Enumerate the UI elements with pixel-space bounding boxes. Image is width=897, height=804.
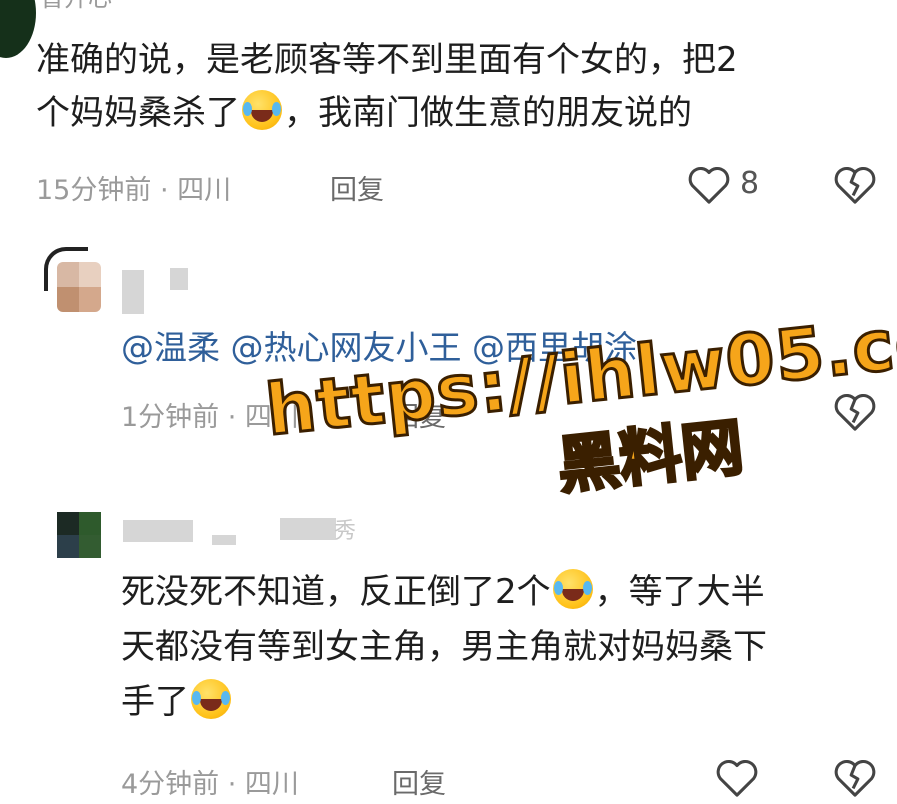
- avatar[interactable]: [57, 262, 101, 312]
- dislike-button[interactable]: [832, 163, 878, 205]
- avatar[interactable]: [57, 512, 101, 558]
- reply-button[interactable]: 回复: [392, 762, 446, 801]
- comment-username[interactable]: 曾开心: [40, 0, 112, 13]
- blurred-username-fragment: [212, 535, 236, 545]
- comment-text: 准确的说，是老顾客等不到里面有个女的，把2 个妈妈桑杀了 ，我南门做生意的朋友说的: [36, 34, 876, 140]
- comment-text-line: ，等了大半: [594, 572, 765, 612]
- broken-heart-icon: [832, 756, 878, 798]
- heart-outline-icon: [714, 756, 760, 798]
- comment-text-line: 准确的说，是老顾客等不到里面有个女的，把2: [36, 40, 738, 80]
- like-button[interactable]: [714, 756, 760, 798]
- comment-text-line: ，我南门做生意的朋友说的: [284, 93, 692, 133]
- blurred-username[interactable]: [123, 520, 193, 542]
- comment-text-line: 天都没有等到女主角，男主角就对妈妈桑下: [121, 627, 767, 667]
- rolling-laughing-emoji-icon: [552, 569, 593, 609]
- comment-text-line: 个妈妈桑杀了: [36, 93, 240, 133]
- blurred-username-fragment: [170, 268, 188, 290]
- like-button[interactable]: [686, 163, 732, 205]
- like-count: 8: [740, 166, 760, 201]
- avatar[interactable]: [0, 0, 36, 58]
- heart-outline-icon: [686, 163, 732, 205]
- reply-button[interactable]: 回复: [330, 168, 384, 207]
- comment-time-location: 4分钟前 · 四川: [121, 769, 299, 800]
- rolling-laughing-emoji-icon: [242, 90, 282, 130]
- broken-heart-icon: [832, 163, 878, 205]
- comment-text-line: 死没死不知道，反正倒了2个: [121, 572, 551, 612]
- comment-text-line: 手了: [121, 682, 189, 722]
- rolling-laughing-emoji-icon: [191, 679, 231, 719]
- blurred-username[interactable]: [122, 270, 144, 314]
- dislike-button[interactable]: [832, 756, 878, 798]
- comment-text: 死没死不知道，反正倒了2个 ，等了大半 天都没有等到女主角，男主角就对妈妈桑下 手…: [121, 565, 891, 730]
- comment-time-location: 15分钟前 · 四川: [36, 175, 232, 206]
